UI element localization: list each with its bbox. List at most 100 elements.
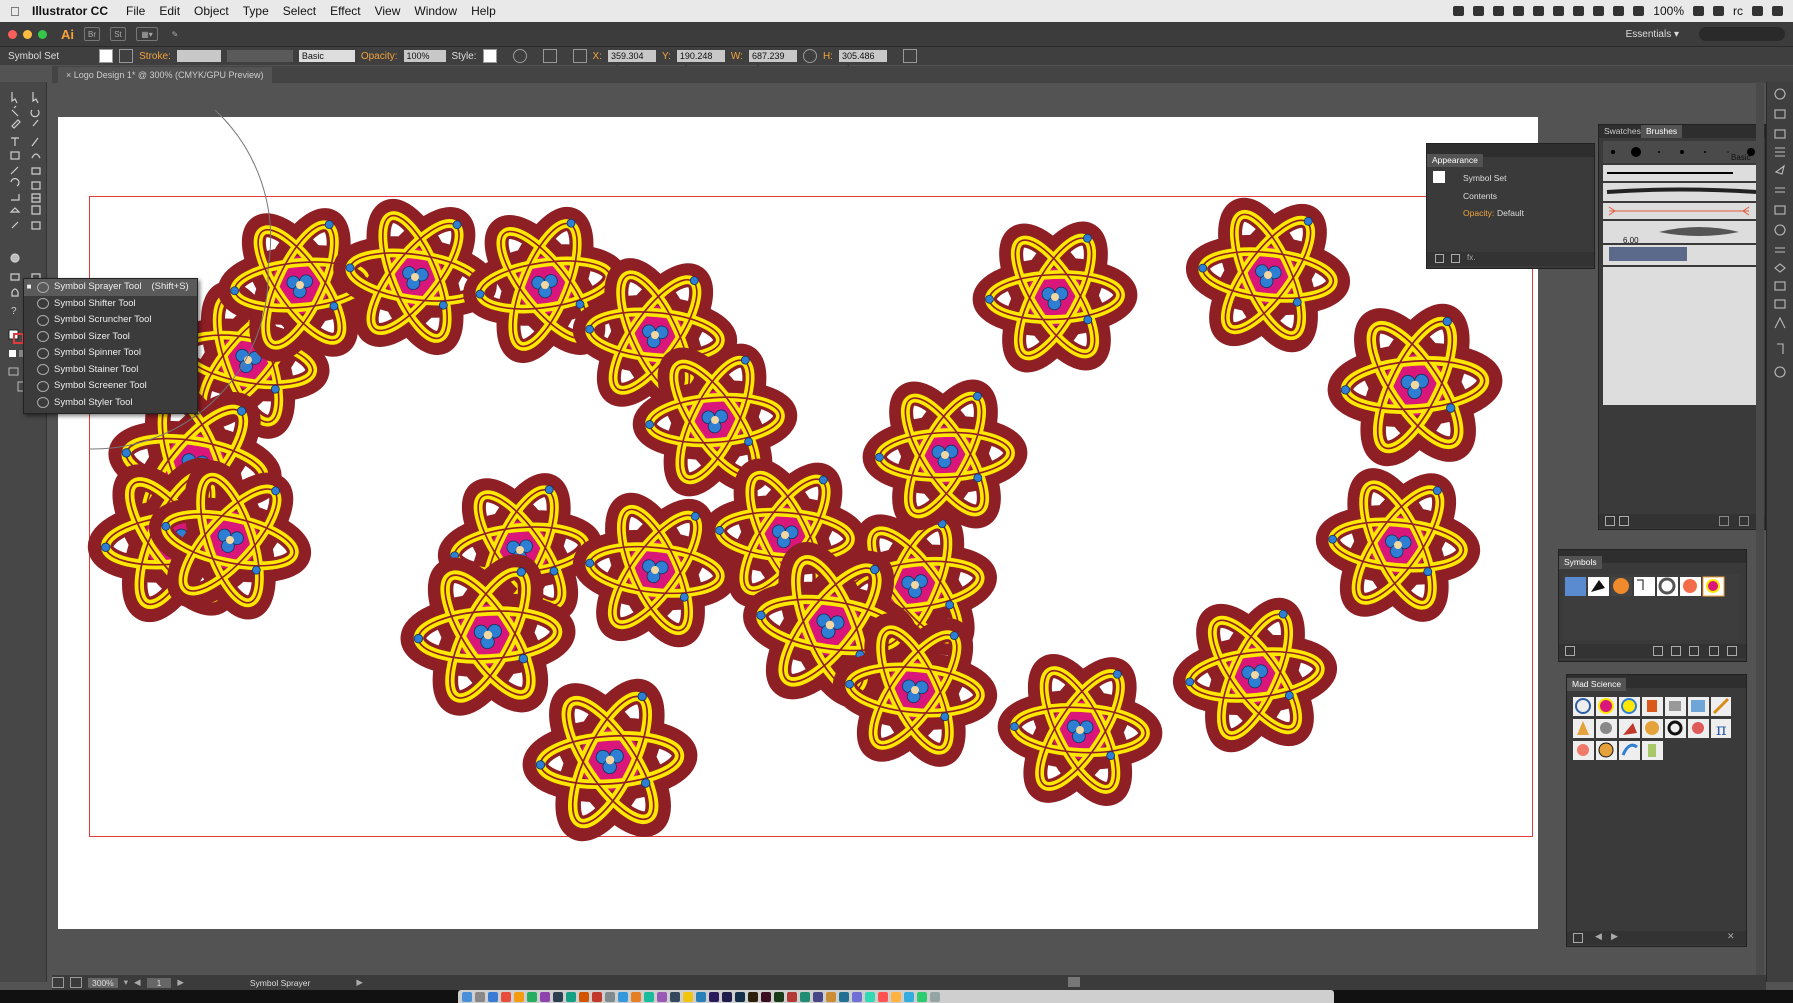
library-menu-icon[interactable] bbox=[1573, 933, 1583, 943]
panel-icon-strip bbox=[1766, 82, 1793, 982]
flyout-item-symbol-sizer[interactable]: Symbol Sizer Tool bbox=[24, 329, 197, 346]
horizontal-scrollbar-thumb[interactable] bbox=[1068, 977, 1080, 987]
brush-basic-label: Basic bbox=[1731, 153, 1751, 162]
app-icon[interactable] bbox=[774, 991, 784, 1002]
safari-icon[interactable] bbox=[488, 991, 498, 1002]
photoshop-icon[interactable] bbox=[735, 991, 745, 1002]
first-artboard-icon[interactable]: ◀ bbox=[134, 977, 141, 988]
symbol-libraries-menu-icon[interactable] bbox=[1565, 646, 1575, 656]
previous-library-icon[interactable]: ◀ bbox=[1595, 931, 1602, 942]
app-icon[interactable] bbox=[618, 991, 628, 1002]
close-library-icon[interactable]: ✕ bbox=[1727, 931, 1735, 942]
flyout-item-label: Symbol Screener Tool bbox=[54, 380, 147, 391]
app-icon[interactable] bbox=[696, 991, 706, 1002]
brush-library-grid[interactable] bbox=[1603, 141, 1761, 405]
next-library-icon[interactable]: ▶ bbox=[1611, 931, 1618, 942]
app-icon[interactable] bbox=[605, 991, 615, 1002]
status-bar: 300% ▾ ◀ 1 ▶ Symbol Sprayer ▶ bbox=[52, 975, 1766, 990]
brush-libraries-menu-icon[interactable] bbox=[1605, 516, 1615, 526]
vertical-scrollbar[interactable] bbox=[1756, 82, 1764, 975]
new-symbol-icon[interactable] bbox=[1709, 646, 1719, 656]
app-icon[interactable] bbox=[670, 991, 680, 1002]
flyout-item-label: Symbol Styler Tool bbox=[54, 396, 133, 408]
app-icon[interactable] bbox=[839, 991, 849, 1002]
flyout-item-symbol-screener[interactable]: Symbol Screener Tool bbox=[24, 378, 197, 395]
app-icon[interactable] bbox=[592, 991, 602, 1002]
artboard-number-field[interactable]: 1 bbox=[146, 977, 172, 988]
flyout-item-shortcut: (Shift+S) bbox=[151, 281, 189, 292]
after-effects-icon[interactable] bbox=[722, 991, 732, 1002]
delete-brush-icon[interactable] bbox=[1739, 516, 1749, 526]
app-icon[interactable] bbox=[540, 991, 550, 1002]
swatches-tab[interactable]: Swatches bbox=[1599, 125, 1646, 138]
app-icon[interactable] bbox=[683, 991, 693, 1002]
app-icon[interactable] bbox=[904, 991, 914, 1002]
add-fill-icon[interactable] bbox=[1451, 254, 1460, 263]
app-icon[interactable] bbox=[878, 991, 888, 1002]
app-icon[interactable] bbox=[631, 991, 641, 1002]
next-artboard-icon[interactable]: ▶ bbox=[177, 977, 184, 988]
flyout-item-symbol-styler[interactable]: Symbol Styler Tool bbox=[24, 395, 197, 412]
symbol-options-icon[interactable] bbox=[1689, 646, 1699, 656]
appearance-tab[interactable]: Appearance bbox=[1427, 154, 1483, 167]
panel-icons[interactable] bbox=[1767, 82, 1793, 392]
artboard-navigation-icon[interactable] bbox=[52, 977, 64, 988]
app-icon[interactable] bbox=[527, 991, 537, 1002]
app-icon[interactable] bbox=[852, 991, 862, 1002]
zoom-dropdown-icon[interactable]: ▾ bbox=[124, 977, 128, 988]
new-brush-icon[interactable] bbox=[1719, 516, 1729, 526]
app-icon[interactable] bbox=[501, 991, 511, 1002]
symbol-stainer-icon bbox=[37, 364, 49, 376]
app-icon[interactable] bbox=[644, 991, 654, 1002]
app-icon[interactable] bbox=[787, 991, 797, 1002]
appearance-item: Symbol Set bbox=[1463, 173, 1507, 183]
flyout-item-label: Symbol Scruncher Tool bbox=[54, 314, 152, 325]
flyout-item-symbol-spinner[interactable]: Symbol Spinner Tool bbox=[24, 345, 197, 362]
app-icon[interactable] bbox=[865, 991, 875, 1002]
flyout-item-symbol-stainer[interactable]: Symbol Stainer Tool bbox=[24, 362, 197, 379]
app-icon[interactable] bbox=[813, 991, 823, 1002]
symbols-tab[interactable]: Symbols bbox=[1559, 556, 1602, 569]
brushes-footer bbox=[1599, 514, 1765, 528]
premiere-icon[interactable] bbox=[709, 991, 719, 1002]
app-icon[interactable] bbox=[826, 991, 836, 1002]
finder-icon[interactable] bbox=[462, 991, 472, 1002]
libraries-panel-icon[interactable] bbox=[1619, 516, 1629, 526]
launchpad-icon[interactable] bbox=[475, 991, 485, 1002]
symbol-sizer-icon bbox=[37, 331, 49, 343]
atom-instances[interactable] bbox=[92, 193, 1495, 844]
appearance-contents[interactable]: Contents bbox=[1463, 191, 1497, 201]
add-effect-icon[interactable]: fx. bbox=[1467, 253, 1475, 262]
app-icon[interactable] bbox=[917, 991, 927, 1002]
export-icon[interactable] bbox=[70, 977, 82, 988]
app-icon[interactable] bbox=[514, 991, 524, 1002]
app-icon[interactable] bbox=[800, 991, 810, 1002]
library-symbol-grid[interactable]: π bbox=[1571, 695, 1731, 763]
app-icon[interactable] bbox=[657, 991, 667, 1002]
app-icon[interactable] bbox=[579, 991, 589, 1002]
library-tab[interactable]: Mad Science bbox=[1567, 678, 1627, 691]
flyout-item-label: Symbol Sizer Tool bbox=[54, 330, 130, 342]
zoom-level-field[interactable]: 300% bbox=[88, 977, 118, 988]
indesign-icon[interactable] bbox=[761, 991, 771, 1002]
mac-dock bbox=[458, 990, 1334, 1003]
place-symbol-icon[interactable] bbox=[1653, 646, 1663, 656]
flyout-item-symbol-scruncher[interactable]: Symbol Scruncher Tool bbox=[24, 312, 197, 329]
appearance-panel: Appearance Symbol Set Contents Opacity: … bbox=[1426, 143, 1595, 269]
add-stroke-icon[interactable] bbox=[1435, 254, 1444, 263]
symbol-swatches[interactable] bbox=[1563, 574, 1739, 600]
app-icon[interactable] bbox=[891, 991, 901, 1002]
illustrator-icon[interactable] bbox=[748, 991, 758, 1002]
trash-icon[interactable] bbox=[930, 991, 940, 1002]
app-icon[interactable] bbox=[553, 991, 563, 1002]
brushes-tab[interactable]: Brushes bbox=[1641, 125, 1683, 138]
appearance-opacity-label[interactable]: Opacity: bbox=[1463, 208, 1494, 218]
break-link-icon[interactable] bbox=[1671, 646, 1681, 656]
appearance-footer: fx. bbox=[1427, 252, 1594, 266]
current-tool-status: Symbol Sprayer bbox=[249, 977, 311, 988]
flyout-item-symbol-shifter[interactable]: Symbol Shifter Tool bbox=[24, 296, 197, 313]
delete-symbol-icon[interactable] bbox=[1727, 646, 1737, 656]
status-menu-icon[interactable]: ▶ bbox=[356, 977, 363, 988]
app-icon[interactable] bbox=[566, 991, 576, 1002]
flyout-item-symbol-sprayer[interactable]: ■ Symbol Sprayer Tool (Shift+S) bbox=[24, 279, 197, 296]
